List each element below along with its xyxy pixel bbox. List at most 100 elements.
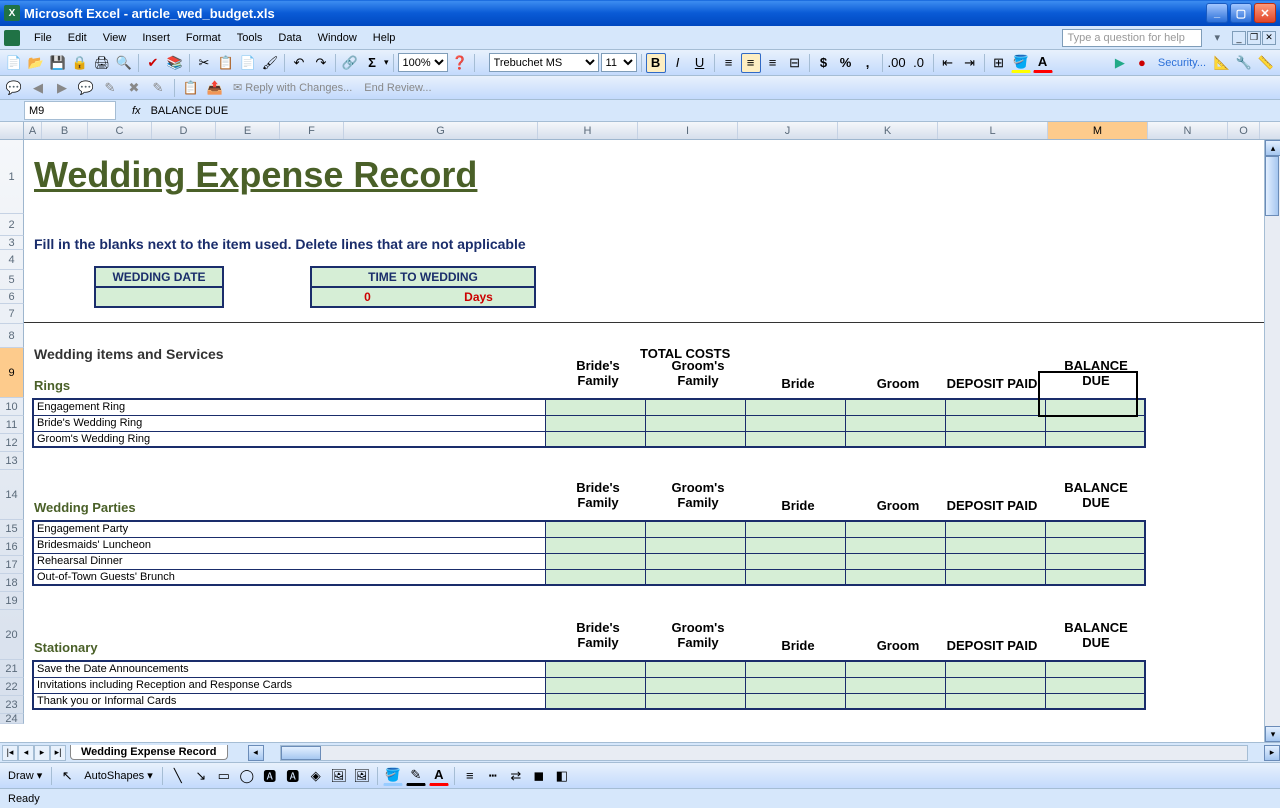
wordart-icon[interactable]: 🅰	[283, 766, 303, 786]
item-cell[interactable]: Rehearsal Dinner	[33, 553, 545, 569]
value-cell[interactable]	[745, 693, 845, 709]
copy-icon[interactable]: 📋	[216, 53, 236, 73]
value-cell[interactable]	[745, 415, 845, 431]
ink-icon[interactable]: ✎	[148, 78, 168, 98]
col-header-I[interactable]: I	[638, 122, 738, 139]
value-cell[interactable]	[845, 569, 945, 585]
horizontal-scrollbar[interactable]	[280, 745, 1249, 761]
row-header-20[interactable]: 20	[0, 610, 24, 660]
fill-color-icon[interactable]: 🪣	[1011, 53, 1031, 73]
row-header-10[interactable]: 10	[0, 398, 24, 416]
row-header-6[interactable]: 6	[0, 290, 24, 304]
comment-show-icon[interactable]: 💬	[76, 78, 96, 98]
line-color-icon[interactable]: ✎	[406, 766, 426, 786]
security-button[interactable]: Security...	[1154, 57, 1210, 69]
value-cell[interactable]	[745, 521, 845, 537]
menu-file[interactable]: File	[26, 29, 60, 47]
increase-indent-icon[interactable]: ⇥	[960, 53, 980, 73]
row-header-12[interactable]: 12	[0, 434, 24, 452]
underline-button[interactable]: U	[690, 53, 710, 73]
row-header-7[interactable]: 7	[0, 304, 24, 324]
value-cell[interactable]	[945, 661, 1045, 677]
close-button[interactable]: ✕	[1254, 3, 1276, 23]
value-cell[interactable]	[845, 677, 945, 693]
col-header-H[interactable]: H	[538, 122, 638, 139]
menu-format[interactable]: Format	[178, 29, 229, 47]
scroll-up-button[interactable]: ▴	[1265, 140, 1280, 156]
value-cell[interactable]	[545, 415, 645, 431]
clipart-icon[interactable]: 🖼	[329, 766, 349, 786]
autosum-icon[interactable]: Σ	[362, 53, 382, 73]
new-icon[interactable]: 📄	[4, 53, 24, 73]
value-cell[interactable]	[545, 677, 645, 693]
item-cell[interactable]: Engagement Party	[33, 521, 545, 537]
value-cell[interactable]	[845, 537, 945, 553]
value-cell[interactable]	[845, 553, 945, 569]
undo-icon[interactable]: ↶	[289, 53, 309, 73]
scroll-left-button[interactable]: ◂	[248, 745, 264, 761]
doc-restore-button[interactable]: ❐	[1247, 31, 1261, 45]
font-color-icon[interactable]: A	[1033, 53, 1053, 73]
value-cell[interactable]	[545, 537, 645, 553]
item-cell[interactable]: Out-of-Town Guests' Brunch	[33, 569, 545, 585]
col-header-C[interactable]: C	[88, 122, 152, 139]
col-header-B[interactable]: B	[42, 122, 88, 139]
value-cell[interactable]	[545, 661, 645, 677]
item-cell[interactable]: Groom's Wedding Ring	[33, 431, 545, 447]
col-header-N[interactable]: N	[1148, 122, 1228, 139]
menu-help[interactable]: Help	[365, 29, 404, 47]
italic-button[interactable]: I	[668, 53, 688, 73]
currency-button[interactable]: $	[814, 53, 834, 73]
value-cell[interactable]	[945, 521, 1045, 537]
value-cell[interactable]	[1045, 431, 1145, 447]
minimize-button[interactable]: _	[1206, 3, 1228, 23]
item-cell[interactable]: Thank you or Informal Cards	[33, 693, 545, 709]
col-header-O[interactable]: O	[1228, 122, 1260, 139]
autoshapes-menu[interactable]: AutoShapes ▾	[80, 769, 157, 782]
value-cell[interactable]	[545, 431, 645, 447]
value-cell[interactable]	[745, 431, 845, 447]
control-toolbox-icon[interactable]: 🔧	[1234, 53, 1254, 73]
picture-icon[interactable]: 🖼	[352, 766, 372, 786]
value-cell[interactable]	[1045, 415, 1145, 431]
dash-style-icon[interactable]: ┅	[483, 766, 503, 786]
value-cell[interactable]	[745, 661, 845, 677]
row-header-18[interactable]: 18	[0, 574, 24, 592]
value-cell[interactable]	[1045, 677, 1145, 693]
macro-record-icon[interactable]: ●	[1132, 53, 1152, 73]
col-header-J[interactable]: J	[738, 122, 838, 139]
excel-doc-icon[interactable]	[4, 30, 20, 46]
value-cell[interactable]	[845, 693, 945, 709]
value-cell[interactable]	[945, 553, 1045, 569]
line-icon[interactable]: ╲	[168, 766, 188, 786]
research-icon[interactable]: 📚	[165, 53, 185, 73]
borders-icon[interactable]: ⊞	[989, 53, 1009, 73]
row-header-19[interactable]: 19	[0, 592, 24, 610]
tab-next-button[interactable]: ▸	[34, 745, 50, 761]
value-cell[interactable]	[745, 537, 845, 553]
design-mode-icon[interactable]: 📏	[1256, 53, 1276, 73]
oval-icon[interactable]: ◯	[237, 766, 257, 786]
row-header-21[interactable]: 21	[0, 660, 24, 678]
row-header-23[interactable]: 23	[0, 696, 24, 714]
menu-tools[interactable]: Tools	[229, 29, 271, 47]
item-cell[interactable]: Invitations including Reception and Resp…	[33, 677, 545, 693]
value-cell[interactable]	[645, 569, 745, 585]
value-cell[interactable]	[945, 677, 1045, 693]
draw-menu[interactable]: Draw ▾	[4, 769, 46, 782]
col-header-F[interactable]: F	[280, 122, 344, 139]
select-objects-icon[interactable]: ↖	[57, 766, 77, 786]
value-cell[interactable]	[645, 415, 745, 431]
font-size-select[interactable]: 11	[601, 53, 637, 72]
shadow-icon[interactable]: ◼	[529, 766, 549, 786]
doc-close-button[interactable]: ✕	[1262, 31, 1276, 45]
value-cell[interactable]	[945, 569, 1045, 585]
value-cell[interactable]	[845, 399, 945, 415]
macro-play-icon[interactable]: ▶	[1110, 53, 1130, 73]
tab-last-button[interactable]: ▸|	[50, 745, 66, 761]
tab-prev-button[interactable]: ◂	[18, 745, 34, 761]
help-icon[interactable]: ❓	[450, 53, 470, 73]
value-cell[interactable]	[1045, 399, 1145, 415]
value-cell[interactable]	[545, 521, 645, 537]
value-cell[interactable]	[745, 553, 845, 569]
